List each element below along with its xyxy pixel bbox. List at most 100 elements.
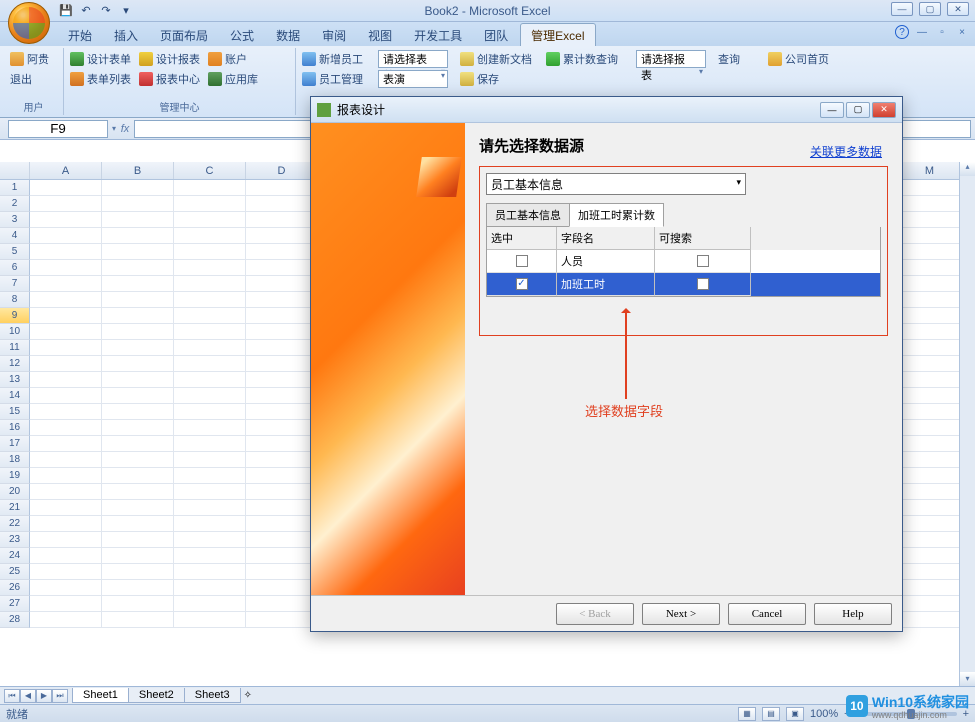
cell[interactable] [102,612,174,628]
cell[interactable] [246,388,318,404]
cell[interactable] [102,228,174,244]
cell[interactable] [102,564,174,580]
cell[interactable] [102,548,174,564]
vertical-scrollbar[interactable] [959,162,975,686]
cell[interactable] [30,388,102,404]
cell[interactable] [102,276,174,292]
cell[interactable] [246,612,318,628]
cell[interactable] [102,244,174,260]
cell[interactable] [30,580,102,596]
next-button[interactable]: Next > [642,603,720,625]
cell[interactable] [894,612,966,628]
account-button[interactable]: 账户 [208,50,247,68]
cell[interactable] [246,452,318,468]
cell[interactable] [174,404,246,420]
tab-team[interactable]: 团队 [474,24,518,46]
redo-icon[interactable]: ↷ [98,3,114,19]
cell[interactable] [174,244,246,260]
cell[interactable] [30,468,102,484]
zoom-level[interactable]: 100% [810,708,838,720]
cell[interactable] [894,548,966,564]
cell[interactable] [102,372,174,388]
cell[interactable] [102,388,174,404]
cell[interactable] [894,452,966,468]
ribbon-close-icon[interactable]: × [955,25,969,39]
cell[interactable] [174,212,246,228]
cell[interactable] [894,244,966,260]
cell[interactable] [102,180,174,196]
maximize-button[interactable]: ▢ [919,2,941,16]
tab-formula[interactable]: 公式 [220,24,264,46]
select-all-corner[interactable] [0,162,30,179]
cell[interactable] [246,548,318,564]
cell[interactable] [174,324,246,340]
cell[interactable] [174,260,246,276]
row-header[interactable]: 24 [0,548,30,564]
row-header[interactable]: 21 [0,500,30,516]
row-header[interactable]: 3 [0,212,30,228]
row-header[interactable]: 26 [0,580,30,596]
cell[interactable] [102,484,174,500]
row-header[interactable]: 9 [0,308,30,324]
cell[interactable] [102,260,174,276]
cell[interactable] [174,340,246,356]
cell[interactable] [30,356,102,372]
home-button[interactable]: 公司首页 [768,50,836,68]
col-header[interactable]: C [174,162,246,179]
cell[interactable] [174,180,246,196]
field-row[interactable]: 人员 [487,250,880,273]
cell[interactable] [174,612,246,628]
row-header[interactable]: 15 [0,404,30,420]
cell[interactable] [174,292,246,308]
cell[interactable] [102,324,174,340]
app-lib-button[interactable]: 应用库 [208,70,258,88]
tab-data[interactable]: 数据 [266,24,310,46]
minimize-button[interactable]: — [891,2,913,16]
cell[interactable] [246,580,318,596]
cell[interactable] [894,596,966,612]
new-sheet-icon[interactable]: ✧ [244,690,252,701]
row-header[interactable]: 28 [0,612,30,628]
row-header[interactable]: 6 [0,260,30,276]
cell[interactable] [246,436,318,452]
dialog-close-button[interactable]: ✕ [872,102,896,118]
cell[interactable] [102,516,174,532]
row-header[interactable]: 5 [0,244,30,260]
form-select-2[interactable]: 表演 [378,70,448,88]
cell[interactable] [30,244,102,260]
cell[interactable] [30,420,102,436]
cell[interactable] [894,260,966,276]
row-header[interactable]: 11 [0,340,30,356]
cell[interactable] [246,516,318,532]
undo-icon[interactable]: ↶ [78,3,94,19]
cell[interactable] [30,180,102,196]
cell[interactable] [30,308,102,324]
row-header[interactable]: 4 [0,228,30,244]
add-emp-button[interactable]: 新增员工 [302,50,366,68]
cell[interactable] [246,212,318,228]
cell[interactable] [246,196,318,212]
emp-mgmt-button[interactable]: 员工管理 [302,70,366,88]
close-button[interactable]: ✕ [947,2,969,16]
cell[interactable] [246,596,318,612]
cell[interactable] [30,452,102,468]
cell[interactable] [894,180,966,196]
cell[interactable] [174,356,246,372]
cell[interactable] [30,340,102,356]
cell[interactable] [894,532,966,548]
subtab-basic[interactable]: 员工基本信息 [486,203,570,227]
cell[interactable] [30,324,102,340]
cell[interactable] [30,612,102,628]
dialog-minimize-button[interactable]: — [820,102,844,118]
cell[interactable] [246,564,318,580]
cancel-button[interactable]: Cancel [728,603,806,625]
cell[interactable] [30,260,102,276]
view-break-icon[interactable]: ▣ [786,707,804,721]
exit-button[interactable]: 退出 [10,70,57,88]
tab-insert[interactable]: 插入 [104,24,148,46]
cell[interactable] [894,580,966,596]
row-header[interactable]: 2 [0,196,30,212]
nav-next-icon[interactable]: ▶ [36,689,52,703]
cell[interactable] [30,228,102,244]
back-button[interactable]: < Back [556,603,634,625]
